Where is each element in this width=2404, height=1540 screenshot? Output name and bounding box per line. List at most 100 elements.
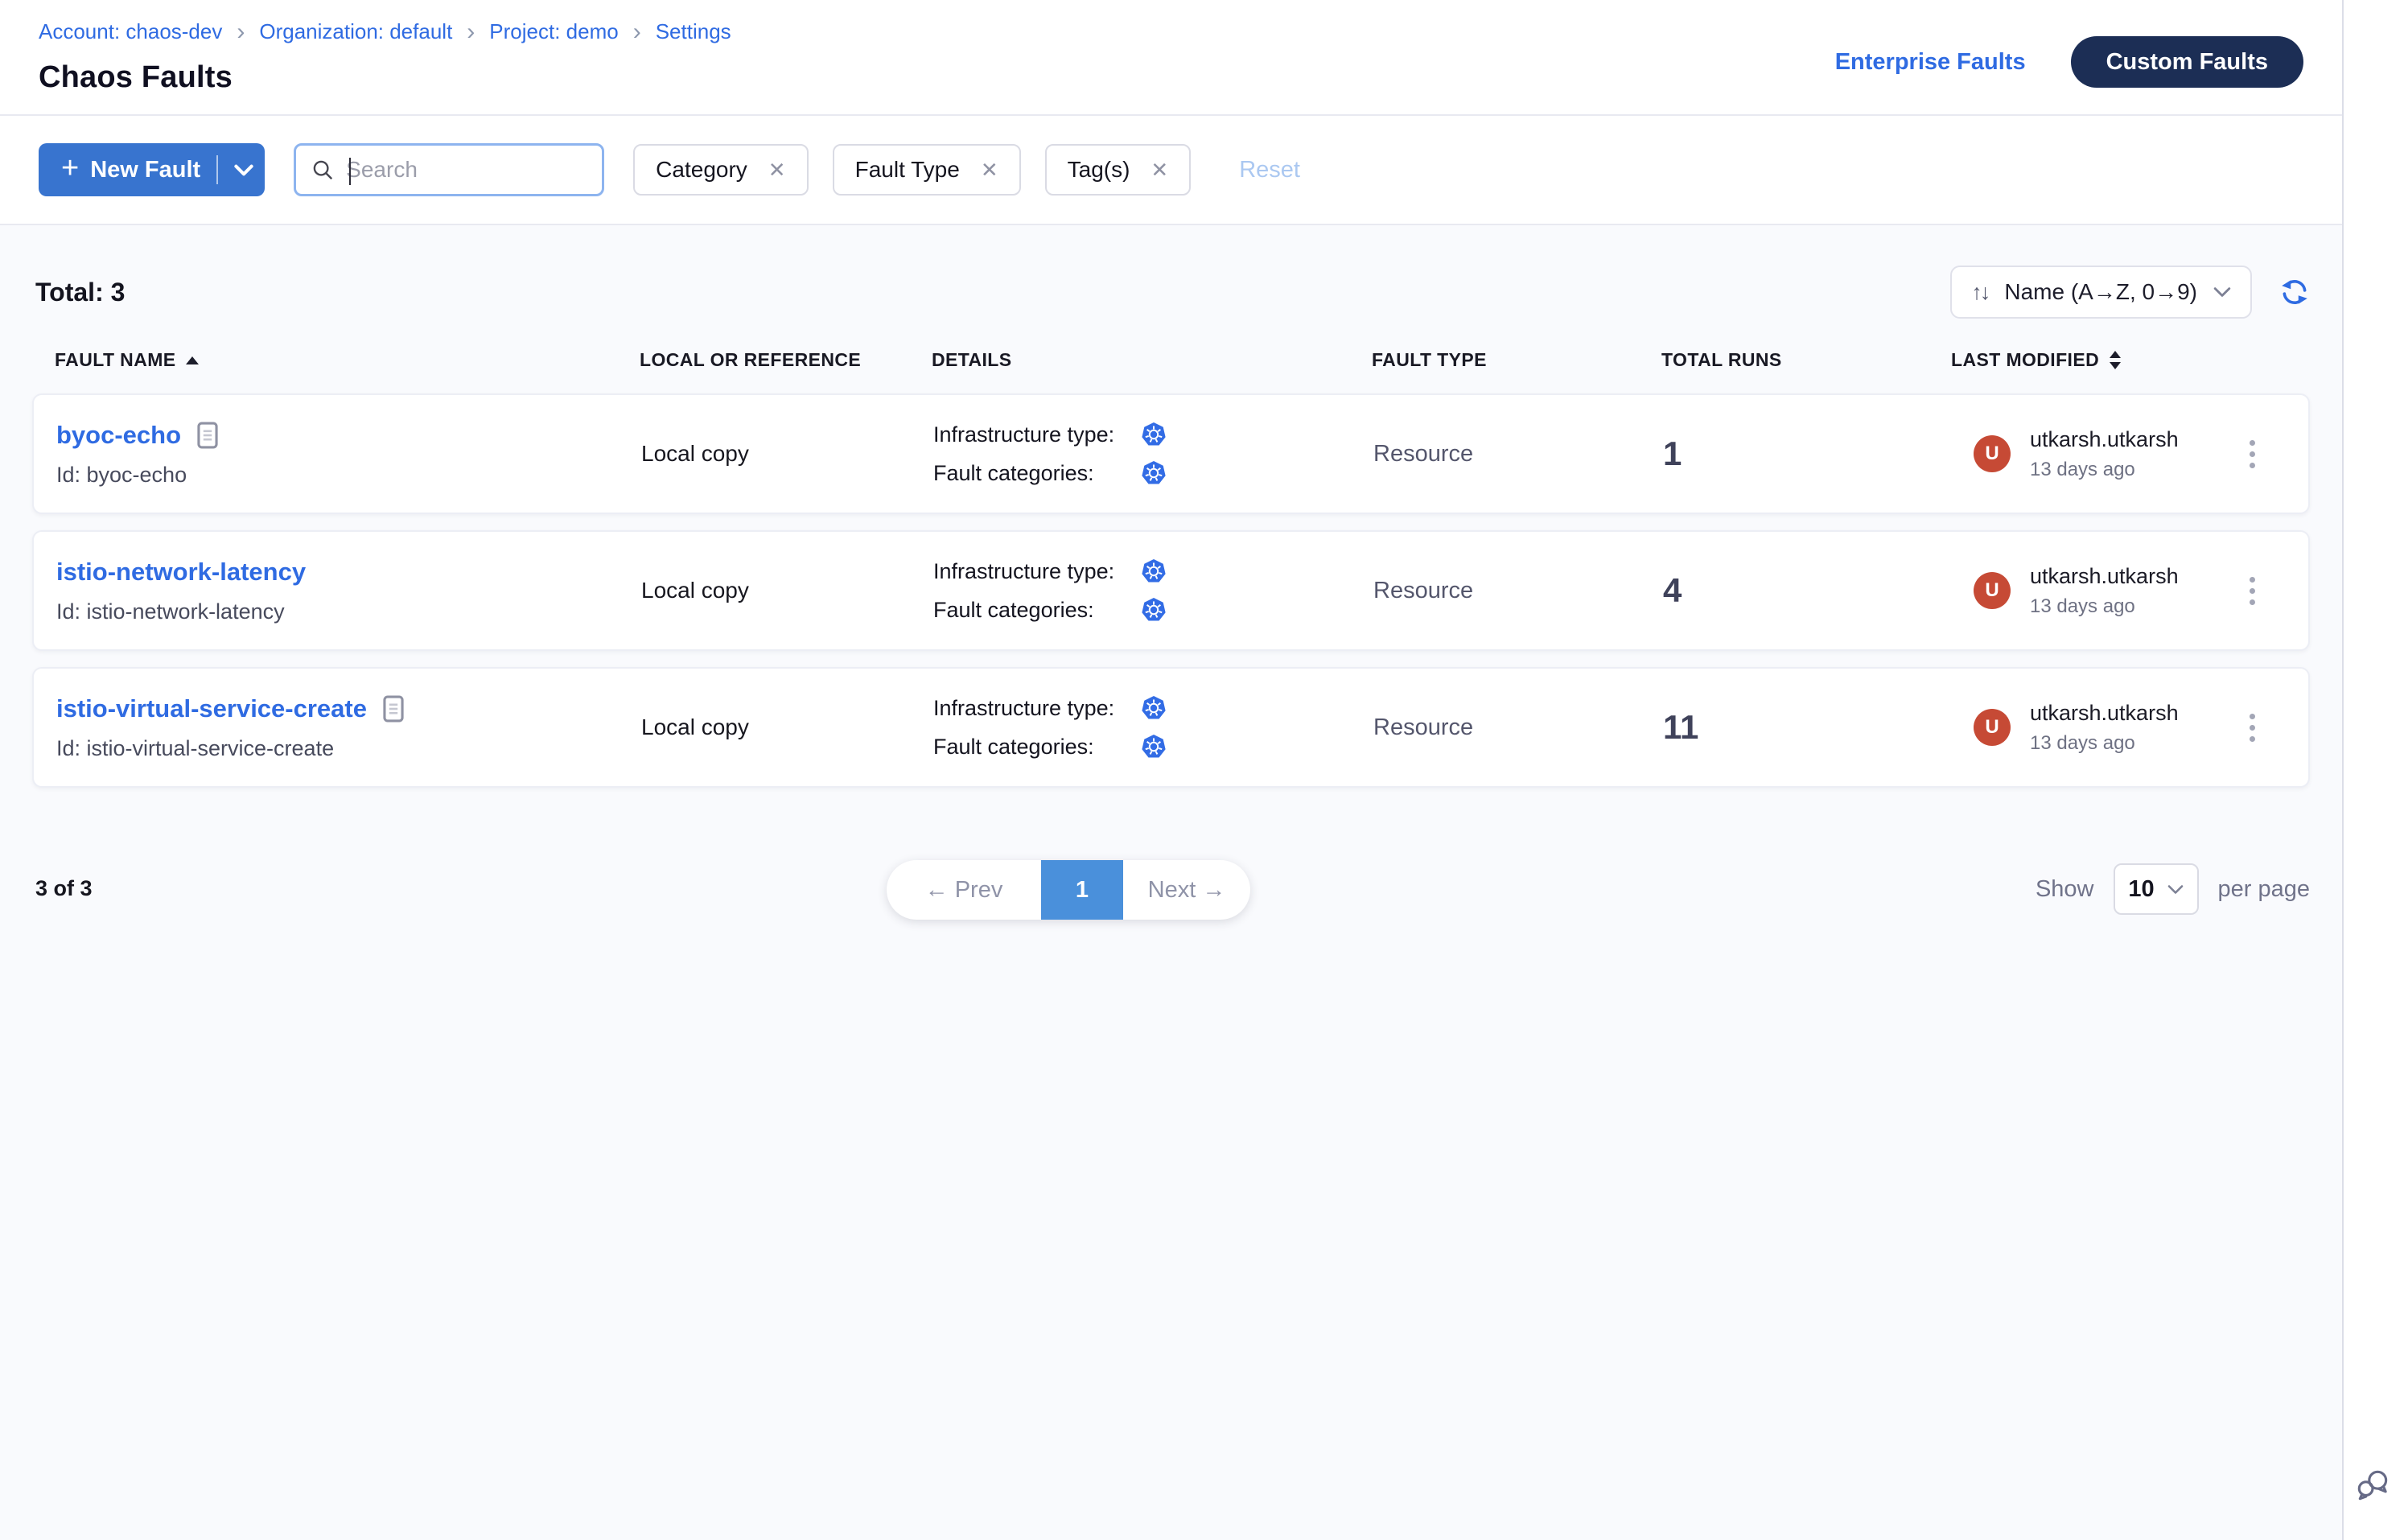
kubernetes-icon: [1141, 422, 1167, 447]
table-row[interactable]: istio-network-latency Id: istio-network-…: [32, 530, 2310, 651]
avatar: U: [1974, 435, 2011, 472]
fault-name-cell: istio-virtual-service-create Id: istio-v…: [56, 694, 641, 761]
sort-asc-icon: [186, 356, 199, 364]
next-page-button[interactable]: Next →: [1123, 860, 1250, 920]
enterprise-faults-link[interactable]: Enterprise Faults: [1835, 49, 2026, 76]
fault-name-link[interactable]: istio-network-latency: [56, 558, 306, 587]
per-page-label: per page: [2218, 876, 2311, 903]
fault-name-link[interactable]: byoc-echo: [56, 421, 181, 450]
details-cell: Infrastructure type: Fault categories:: [933, 558, 1373, 623]
column-fault-name[interactable]: FAULT NAME: [55, 349, 640, 371]
main-column: Account: chaos-dev › Organization: defau…: [0, 0, 2342, 1540]
kubernetes-icon: [1141, 460, 1167, 486]
new-fault-button[interactable]: + New Fault: [39, 143, 265, 196]
fault-name-cell: istio-network-latency Id: istio-network-…: [56, 558, 641, 624]
details-cell: Infrastructure type: Fault categories:: [933, 695, 1373, 760]
sort-both-icon: [2109, 351, 2122, 370]
modified-at: 13 days ago: [2030, 732, 2179, 755]
breadcrumb-organization[interactable]: Organization: default: [259, 19, 452, 44]
fault-list: byoc-echo Id: byoc-echo Local copy Infra…: [32, 393, 2310, 788]
manifest-icon[interactable]: [383, 695, 404, 723]
total-runs-cell: 4: [1663, 571, 1953, 610]
filter-chip-tags[interactable]: Tag(s) ✕: [1045, 144, 1192, 196]
table-row[interactable]: istio-virtual-service-create Id: istio-v…: [32, 667, 2310, 788]
chevron-down-icon: [2167, 884, 2184, 895]
button-divider: [216, 155, 218, 184]
chevron-down-icon[interactable]: [234, 164, 253, 176]
kubernetes-icon: [1141, 695, 1167, 721]
filter-chip-category[interactable]: Category ✕: [633, 144, 808, 196]
close-icon[interactable]: ✕: [768, 158, 786, 183]
page-size-select[interactable]: 10: [2114, 863, 2199, 915]
reset-filters-link[interactable]: Reset: [1239, 157, 1300, 183]
column-label: DETAILS: [932, 349, 1011, 371]
refresh-button[interactable]: [2279, 277, 2310, 307]
column-label: LAST MODIFIED: [1951, 349, 2099, 371]
close-icon[interactable]: ✕: [981, 158, 998, 183]
modified-by: utkarsh.utkarsh: [2030, 564, 2179, 589]
infrastructure-type-label: Infrastructure type:: [933, 559, 1141, 584]
modified-at: 13 days ago: [2030, 459, 2179, 481]
chat-support-button[interactable]: [2353, 1466, 2394, 1506]
chip-label: Category: [656, 157, 747, 183]
last-modified-cell: U utkarsh.utkarsh 13 days ago: [1953, 564, 2263, 618]
table-row[interactable]: byoc-echo Id: byoc-echo Local copy Infra…: [32, 393, 2310, 514]
fault-categories-label: Fault categories:: [933, 598, 1141, 623]
table-header: FAULT NAME LOCAL OR REFERENCE DETAILS FA…: [32, 349, 2310, 371]
sort-selected-value: Name (A→Z, 0→9): [2004, 279, 2197, 305]
column-details: DETAILS: [932, 349, 1372, 371]
page-size-group: Show 10 per page: [2036, 863, 2310, 915]
column-fault-type: FAULT TYPE: [1372, 349, 1661, 371]
local-or-reference-cell: Local copy: [641, 441, 933, 467]
fault-type-cell: Resource: [1373, 441, 1663, 467]
breadcrumb-account[interactable]: Account: chaos-dev: [39, 19, 222, 44]
fault-name-cell: byoc-echo Id: byoc-echo: [56, 421, 641, 488]
sort-arrows-icon: ↑↓: [1971, 280, 1988, 305]
last-modified-cell: U utkarsh.utkarsh 13 days ago: [1953, 427, 2263, 481]
fault-id: Id: istio-virtual-service-create: [56, 736, 641, 761]
row-menu-button[interactable]: [2241, 569, 2263, 613]
summary-row: Total: 3 ↑↓ Name (A→Z, 0→9): [32, 266, 2310, 319]
page-header: Account: chaos-dev › Organization: defau…: [0, 0, 2342, 116]
column-label: FAULT NAME: [55, 349, 176, 371]
fault-name-link[interactable]: istio-virtual-service-create: [56, 694, 367, 723]
header-right: Enterprise Faults Custom Faults: [1835, 29, 2303, 95]
pagination-range: 3 of 3: [35, 876, 93, 901]
last-modified-cell: U utkarsh.utkarsh 13 days ago: [1953, 701, 2263, 755]
toolbar: + New Fault Category ✕: [0, 116, 2342, 225]
row-menu-button[interactable]: [2241, 432, 2263, 476]
local-or-reference-cell: Local copy: [641, 578, 933, 603]
search-input[interactable]: [346, 157, 636, 183]
sort-dropdown[interactable]: ↑↓ Name (A→Z, 0→9): [1950, 266, 2252, 319]
page-1-button[interactable]: 1: [1041, 860, 1123, 920]
row-menu-button[interactable]: [2241, 706, 2263, 750]
total-count: Total: 3: [35, 278, 125, 307]
kubernetes-icon: [1141, 597, 1167, 623]
breadcrumb-project[interactable]: Project: demo: [489, 19, 618, 44]
breadcrumb-separator: ›: [633, 20, 641, 44]
infrastructure-type-label: Infrastructure type:: [933, 696, 1141, 721]
show-label: Show: [2036, 876, 2094, 903]
breadcrumb-separator: ›: [237, 20, 245, 44]
kubernetes-icon: [1141, 558, 1167, 584]
column-last-modified[interactable]: LAST MODIFIED: [1951, 349, 2265, 371]
kubernetes-icon: [1141, 734, 1167, 760]
chaos-faults-page: Account: chaos-dev › Organization: defau…: [0, 0, 2404, 1540]
fault-categories-label: Fault categories:: [933, 735, 1141, 760]
manifest-icon[interactable]: [197, 422, 218, 449]
custom-faults-button[interactable]: Custom Faults: [2071, 36, 2303, 88]
close-icon[interactable]: ✕: [1151, 158, 1168, 183]
column-total-runs: TOTAL RUNS: [1661, 349, 1951, 371]
prev-page-button[interactable]: ← Prev: [887, 860, 1041, 920]
local-or-reference-cell: Local copy: [641, 714, 933, 740]
fault-type-cell: Resource: [1373, 578, 1663, 604]
total-runs-cell: 11: [1663, 708, 1953, 747]
chip-label: Tag(s): [1068, 157, 1130, 183]
modified-by: utkarsh.utkarsh: [2030, 427, 2179, 452]
breadcrumb-separator: ›: [467, 20, 475, 44]
total-runs-cell: 1: [1663, 434, 1953, 473]
filter-chip-fault-type[interactable]: Fault Type ✕: [833, 144, 1021, 196]
column-local-or-reference: LOCAL OR REFERENCE: [640, 349, 932, 371]
fault-id: Id: istio-network-latency: [56, 599, 641, 624]
breadcrumb-settings[interactable]: Settings: [656, 19, 731, 44]
